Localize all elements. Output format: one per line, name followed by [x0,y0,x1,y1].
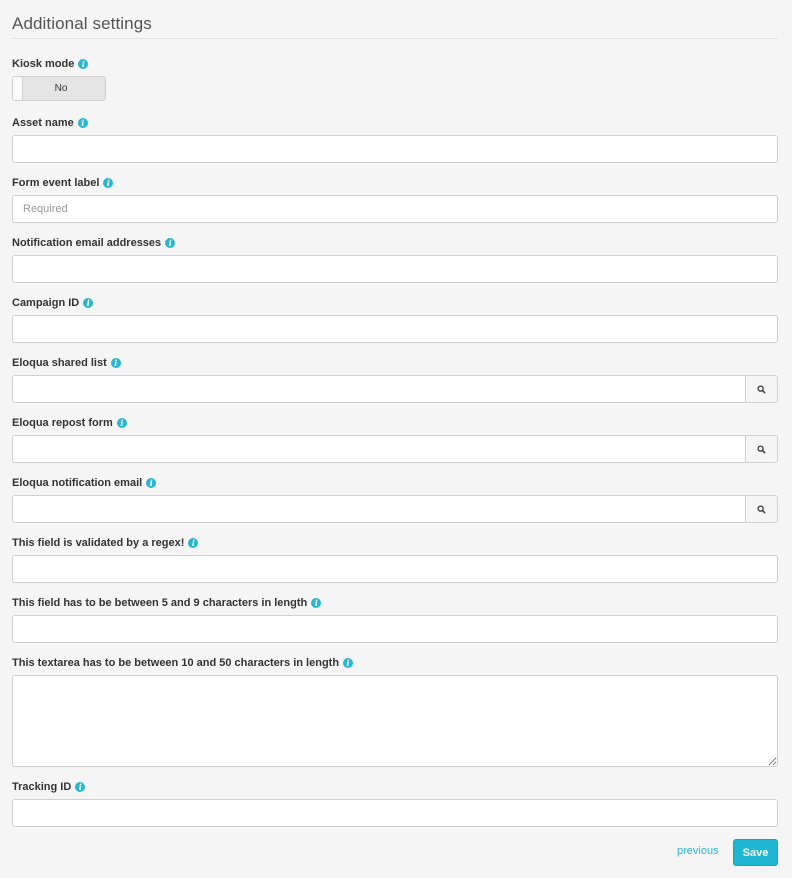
eloqua-shared-list-label: Eloqua shared list i [12,356,121,370]
kiosk-mode-toggle[interactable]: No [12,76,106,101]
search-icon [757,384,766,394]
asset-name-input[interactable] [12,135,778,163]
info-icon[interactable]: i [188,538,199,548]
campaign-id-label-text: Campaign ID [12,297,80,309]
previous-link[interactable]: previous [677,845,719,857]
eloqua-repost-form-search-button[interactable] [745,435,778,463]
form-event-label-label-text: Form event label [12,177,100,189]
info-icon[interactable]: i [77,118,88,128]
title-divider [12,38,778,39]
info-icon[interactable]: i [78,59,89,69]
eloqua-shared-list-label-text: Eloqua shared list [12,357,107,369]
notification-emails-input[interactable] [12,255,778,283]
info-icon[interactable]: i [75,782,86,792]
info-icon[interactable]: i [83,298,94,308]
eloqua-notification-email-label: Eloqua notification email i [12,476,157,490]
eloqua-notification-email-label-text: Eloqua notification email [12,477,143,489]
save-button[interactable]: Save [733,839,778,866]
search-icon [757,444,766,454]
eloqua-shared-list-search-button[interactable] [745,375,778,403]
length-textarea-label: This textarea has to be between 10 and 5… [12,656,354,670]
search-icon [757,504,766,514]
eloqua-repost-form-lookup [12,435,778,463]
regex-field-input[interactable] [12,555,778,583]
toggle-knob[interactable] [13,77,23,100]
info-icon[interactable]: i [103,178,114,188]
asset-name-label: Asset name i [12,116,88,130]
tracking-id-input[interactable] [12,799,778,827]
length-field-label: This field has to be between 5 and 9 cha… [12,596,322,610]
form-event-label-label: Form event label i [12,176,114,190]
info-icon[interactable]: i [343,658,354,668]
eloqua-repost-form-label-text: Eloqua repost form [12,417,113,429]
length-field-input[interactable] [12,615,778,643]
tracking-id-label: Tracking ID i [12,780,86,794]
length-textarea[interactable] [12,675,778,767]
info-icon[interactable]: i [146,478,157,488]
length-textarea-label-text: This textarea has to be between 10 and 5… [12,657,340,669]
regex-field-label-text: This field is validated by a regex! [12,537,185,549]
info-icon[interactable]: i [110,358,121,368]
eloqua-repost-form-label: Eloqua repost form i [12,416,127,430]
campaign-id-input[interactable] [12,315,778,343]
eloqua-notification-email-lookup [12,495,778,523]
kiosk-mode-value: No [54,83,68,94]
info-icon[interactable]: i [311,598,322,608]
eloqua-repost-form-input[interactable] [12,435,746,463]
section-title: Additional settings [12,14,152,33]
info-icon[interactable]: i [165,238,176,248]
length-field-label-text: This field has to be between 5 and 9 cha… [12,597,308,609]
kiosk-mode-label-text: Kiosk mode [12,58,75,70]
eloqua-notification-email-search-button[interactable] [745,495,778,523]
notification-emails-label: Notification email addresses i [12,236,176,250]
asset-name-label-text: Asset name [12,117,74,129]
eloqua-shared-list-input[interactable] [12,375,746,403]
tracking-id-label-text: Tracking ID [12,781,72,793]
campaign-id-label: Campaign ID i [12,296,94,310]
form-event-label-input[interactable] [12,195,778,223]
info-icon[interactable]: i [116,418,127,428]
notification-emails-label-text: Notification email addresses [12,237,162,249]
eloqua-notification-email-input[interactable] [12,495,746,523]
regex-field-label: This field is validated by a regex! i [12,536,199,550]
eloqua-shared-list-lookup [12,375,778,403]
kiosk-mode-label: Kiosk mode i [12,57,89,71]
